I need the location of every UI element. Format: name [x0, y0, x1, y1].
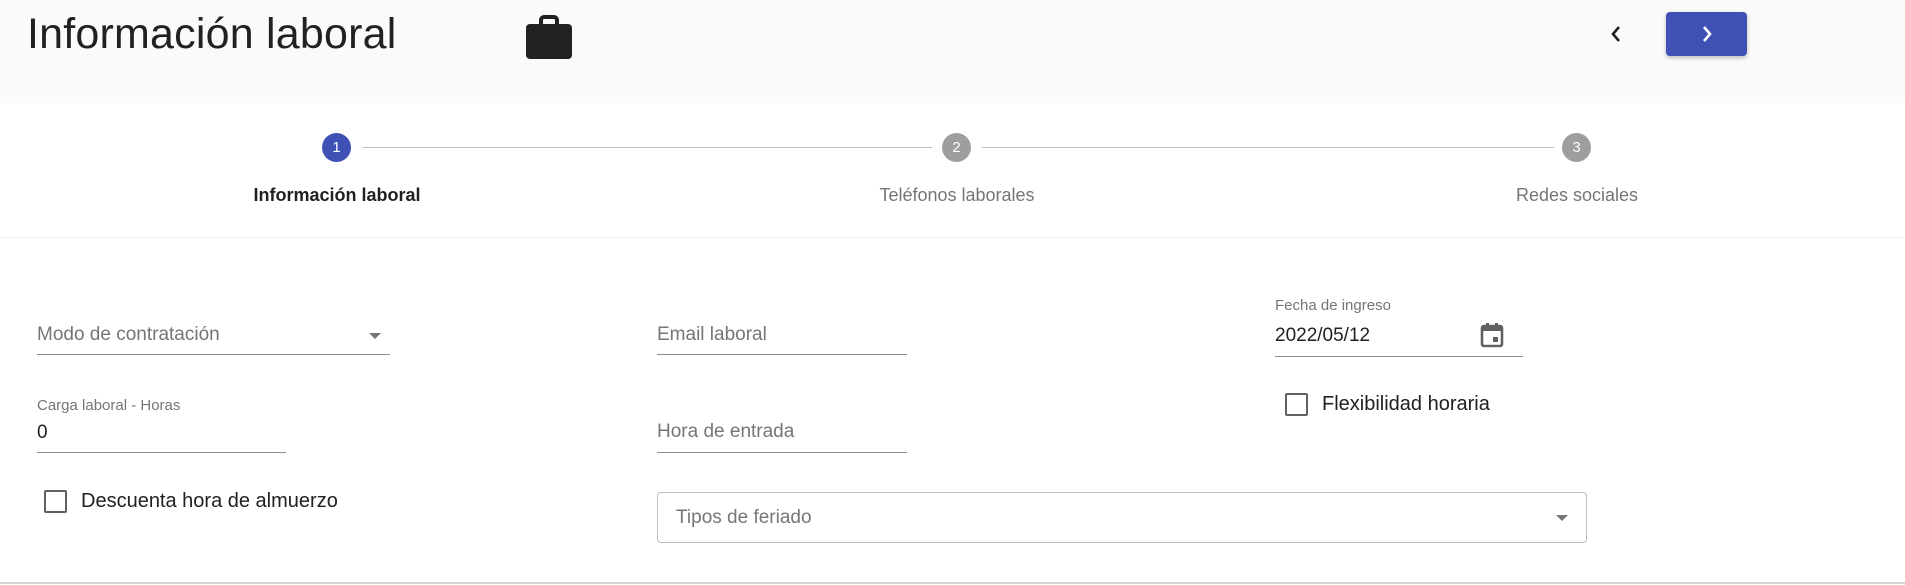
- step-3-indicator[interactable]: 3: [1562, 133, 1591, 162]
- page-title: Información laboral: [27, 10, 397, 58]
- email-laboral-field[interactable]: Email laboral: [657, 310, 907, 355]
- calendar-icon[interactable]: [1479, 321, 1505, 349]
- stepper: 1 Información laboral 2 Teléfonos labora…: [0, 103, 1905, 238]
- step-2-label[interactable]: Teléfonos laborales: [879, 185, 1034, 206]
- fecha-ingreso-field[interactable]: Fecha de ingreso 2022/05/12: [1275, 295, 1523, 357]
- descuenta-almuerzo-checkbox-box[interactable]: [44, 490, 67, 513]
- carga-laboral-label: Carga laboral - Horas: [37, 397, 181, 414]
- dropdown-arrow-icon: [369, 333, 381, 339]
- flexibilidad-horaria-checkbox[interactable]: Flexibilidad horaria: [1285, 393, 1490, 416]
- step-2-indicator[interactable]: 2: [942, 133, 971, 162]
- carga-laboral-value: 0: [37, 422, 48, 443]
- descuenta-almuerzo-checkbox[interactable]: Descuenta hora de almuerzo: [44, 490, 338, 513]
- previous-button[interactable]: [1597, 12, 1635, 56]
- fecha-ingreso-label: Fecha de ingreso: [1275, 297, 1391, 314]
- flexibilidad-checkbox-box[interactable]: [1285, 393, 1308, 416]
- email-laboral-placeholder: Email laboral: [657, 324, 767, 345]
- descuenta-almuerzo-label: Descuenta hora de almuerzo: [81, 490, 338, 512]
- chevron-left-icon: [1611, 26, 1620, 42]
- modo-contratacion-select[interactable]: Modo de contratación: [37, 310, 390, 355]
- step-3-label[interactable]: Redes sociales: [1516, 185, 1638, 206]
- tipos-feriado-placeholder: Tipos de feriado: [676, 507, 812, 528]
- next-button[interactable]: [1666, 12, 1747, 56]
- flexibilidad-horaria-label: Flexibilidad horaria: [1322, 393, 1490, 415]
- step-connector: [362, 147, 932, 148]
- step-1-label[interactable]: Información laboral: [253, 185, 420, 206]
- modo-contratacion-placeholder: Modo de contratación: [37, 324, 220, 345]
- tipos-feriado-select[interactable]: Tipos de feriado: [657, 492, 1587, 543]
- dropdown-arrow-icon: [1556, 515, 1568, 521]
- briefcase-icon: [526, 15, 572, 59]
- page-header: Información laboral: [0, 0, 1905, 103]
- section-divider: [0, 582, 1905, 584]
- step-1-indicator[interactable]: 1: [322, 133, 351, 162]
- carga-laboral-field[interactable]: Carga laboral - Horas 0: [37, 395, 286, 453]
- chevron-right-icon: [1702, 26, 1712, 42]
- hora-entrada-placeholder: Hora de entrada: [657, 421, 795, 442]
- step-connector: [982, 147, 1554, 148]
- fecha-ingreso-value: 2022/05/12: [1275, 325, 1371, 346]
- hora-entrada-field[interactable]: Hora de entrada: [657, 408, 907, 453]
